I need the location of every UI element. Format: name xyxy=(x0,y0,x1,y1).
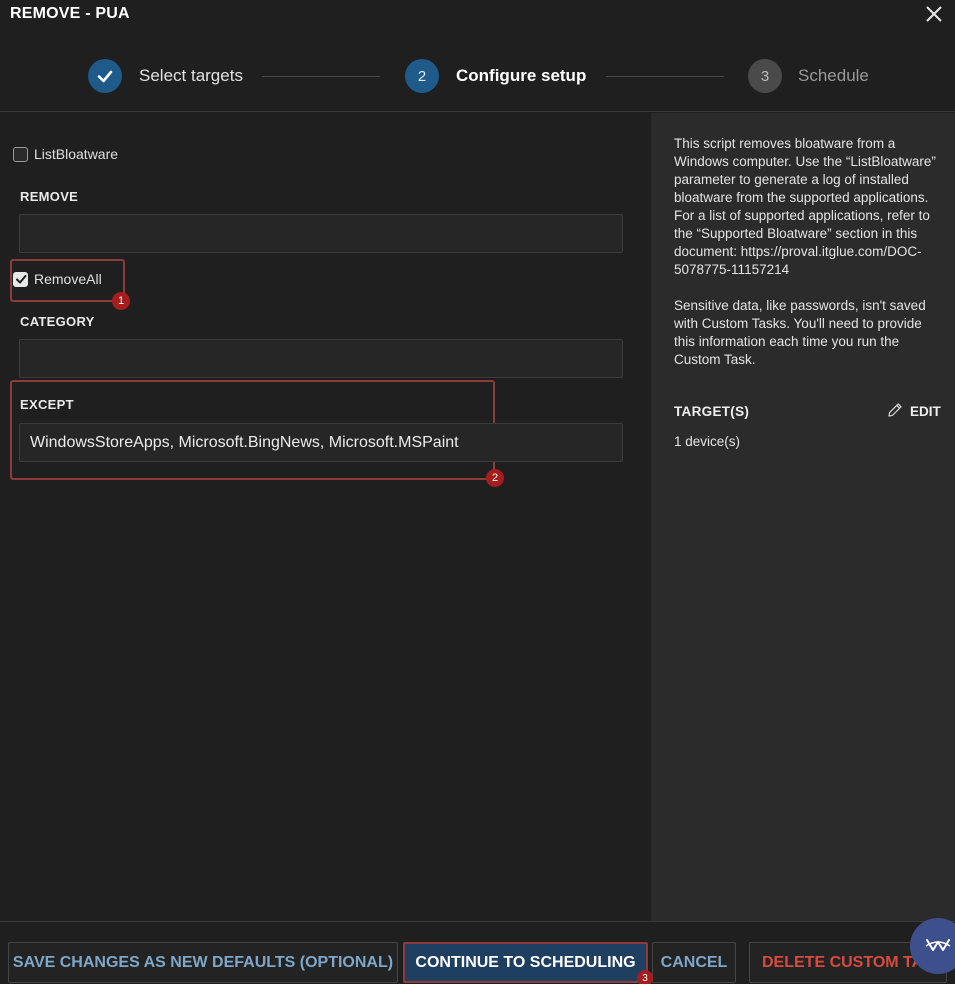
step-3-number[interactable]: 3 xyxy=(748,59,782,93)
category-label: CATEGORY xyxy=(20,314,95,329)
script-description: This script removes bloatware from a Win… xyxy=(674,135,944,387)
step-1-complete-icon[interactable] xyxy=(88,59,122,93)
remove-all-checkbox-row[interactable]: RemoveAll xyxy=(13,271,102,287)
pencil-icon xyxy=(886,401,904,422)
remove-label: REMOVE xyxy=(20,189,79,204)
continue-to-scheduling-button[interactable]: CONTINUE TO SCHEDULING xyxy=(403,942,648,983)
step-1-label[interactable]: Select targets xyxy=(139,66,243,86)
cancel-button[interactable]: CANCEL xyxy=(652,942,736,983)
remove-all-checkbox[interactable] xyxy=(13,271,28,287)
dialog-footer: SAVE CHANGES AS NEW DEFAULTS (OPTIONAL) … xyxy=(0,921,955,984)
remove-all-label: RemoveAll xyxy=(34,271,102,287)
list-bloatware-checkbox-row[interactable]: ListBloatware xyxy=(13,146,118,162)
script-description-text: This script removes bloatware from a Win… xyxy=(674,136,936,277)
annotation-badge-3: 3 xyxy=(637,970,653,984)
list-bloatware-label: ListBloatware xyxy=(34,146,119,162)
step-2-number[interactable]: 2 xyxy=(405,59,439,93)
edit-targets-button[interactable]: EDIT xyxy=(886,401,941,422)
list-bloatware-checkbox[interactable] xyxy=(13,146,28,162)
step-3-label[interactable]: Schedule xyxy=(798,66,869,86)
step-2-label[interactable]: Configure setup xyxy=(456,66,586,86)
except-label: EXCEPT xyxy=(20,397,74,412)
step-connector xyxy=(262,76,380,77)
annotation-badge-2: 2 xyxy=(486,469,504,487)
targets-heading: TARGET(S) xyxy=(674,404,750,419)
dialog-title: REMOVE - PUA xyxy=(10,5,130,22)
wizard-stepper: Select targets 2 Configure setup 3 Sched… xyxy=(0,40,955,112)
category-input[interactable] xyxy=(19,339,623,378)
annotation-badge-1: 1 xyxy=(112,292,130,310)
sensitive-data-note: Sensitive data, like passwords, isn't sa… xyxy=(674,298,926,367)
save-defaults-button[interactable]: SAVE CHANGES AS NEW DEFAULTS (OPTIONAL) xyxy=(8,942,398,983)
step-connector xyxy=(606,76,724,77)
targets-count: 1 device(s) xyxy=(674,434,741,449)
close-icon[interactable] xyxy=(922,2,946,26)
except-input[interactable] xyxy=(19,423,623,462)
edit-label: EDIT xyxy=(910,404,941,419)
remove-input[interactable] xyxy=(19,214,623,253)
title-bar: REMOVE - PUA xyxy=(0,0,955,30)
